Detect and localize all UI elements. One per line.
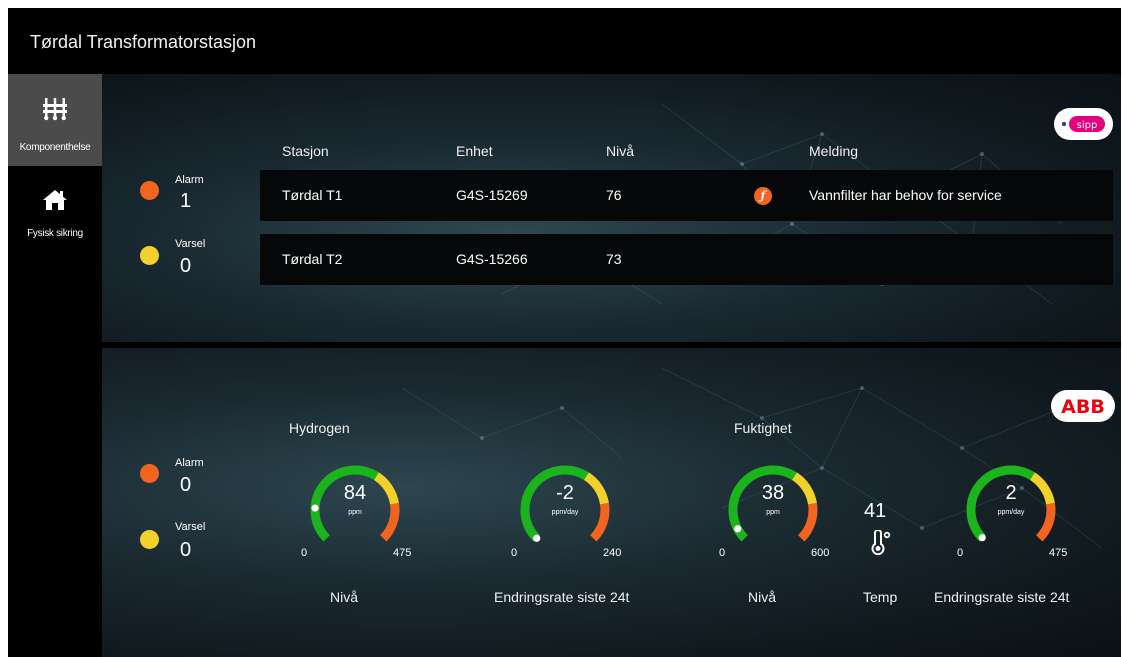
sidebar: Komponenthelse Fysisk sikring xyxy=(8,74,102,657)
warning-status-dot xyxy=(140,246,159,265)
column-header-message: Melding xyxy=(809,143,859,159)
warning-count: 0 xyxy=(180,539,192,561)
gauge-max: 475 xyxy=(393,547,412,559)
gauge-unit: ppm/day xyxy=(551,509,579,516)
unit-cell: G4S-15266 xyxy=(456,251,528,267)
alarm-label: Alarm xyxy=(175,174,204,186)
humidity-rate-caption: Endringsrate siste 24t xyxy=(934,589,1070,605)
column-header-unit: Enhet xyxy=(456,143,493,159)
humidity-level-gauge: 38 ppm 0 600 xyxy=(713,462,833,572)
message-cell: Vannfilter har behov for service xyxy=(809,187,1002,203)
warning-status-dot xyxy=(140,530,159,549)
gauge-value-marker xyxy=(533,534,541,542)
gauge-value-marker xyxy=(978,534,986,542)
warning-label: Varsel xyxy=(175,238,206,250)
alarm-status-dot xyxy=(140,181,159,200)
temperature-caption: Temp xyxy=(863,589,898,605)
gauge-value-marker xyxy=(734,525,742,533)
gauge-max: 240 xyxy=(603,547,622,559)
humidity-level-caption: Nivå xyxy=(748,589,777,605)
gauge-min: 0 xyxy=(957,547,964,559)
component-health-icon xyxy=(43,98,67,121)
abb-logo: ABB xyxy=(1051,390,1115,422)
gauge-min: 0 xyxy=(301,547,308,559)
hydrogen-rate-gauge: -2 ppm/day 0 240 xyxy=(505,462,625,572)
humidity-rate-gauge: 2 ppm/day 0 475 xyxy=(951,462,1071,572)
sipp-logo-graphic: sipp xyxy=(1061,116,1105,132)
warning-label: Varsel xyxy=(175,521,206,533)
hydrogen-level-caption: Nivå xyxy=(330,589,359,605)
app-title: Tørdal Transformatorstasjon xyxy=(30,32,257,52)
temperature-value: 41 xyxy=(864,500,887,522)
hydrogen-rate-caption: Endringsrate siste 24t xyxy=(494,589,630,605)
home-icon xyxy=(43,190,67,210)
thermometer-icon xyxy=(871,530,891,556)
table-row[interactable]: Tørdal T2 G4S-15266 73 xyxy=(260,234,1113,285)
hydrogen-section-title: Hydrogen xyxy=(289,420,350,436)
station-cell: Tørdal T2 xyxy=(282,251,343,267)
app-window: Tørdal Transformatorstasjon Komponenthel… xyxy=(8,8,1121,657)
alarm-count: 0 xyxy=(180,474,192,496)
gauge-max: 600 xyxy=(811,547,830,559)
alarm-label: Alarm xyxy=(175,457,204,469)
alarm-icon: ƒ xyxy=(754,187,772,205)
sipp-logo: sipp xyxy=(1054,108,1113,140)
column-header-level: Nivå xyxy=(606,143,635,159)
component-health-panel: Alarm 1 Varsel 0 Stasjon Enhet Nivå Meld… xyxy=(102,74,1121,342)
column-header-station: Stasjon xyxy=(282,143,329,159)
table-row[interactable]: Tørdal T1 G4S-15269 76 ƒ Vannfilter har … xyxy=(260,170,1113,221)
hydrogen-level-gauge: 84 ppm 0 475 xyxy=(295,462,415,572)
gauge-unit: ppm xyxy=(766,509,780,516)
gauge-value: 84 xyxy=(343,482,367,504)
sipp-logo-text: sipp xyxy=(1077,120,1098,131)
sidebar-item-label: Komponenthelse xyxy=(19,142,91,153)
gauge-value: 38 xyxy=(761,482,785,504)
gauge-min: 0 xyxy=(511,547,518,559)
unit-cell: G4S-15269 xyxy=(456,187,528,203)
gauge-value: -2 xyxy=(556,482,574,504)
sidebar-item-label: Fysisk sikring xyxy=(27,228,83,239)
gauge-min: 0 xyxy=(719,547,726,559)
station-cell: Tørdal T1 xyxy=(282,187,343,203)
level-cell: 76 xyxy=(606,187,622,203)
abb-logo-text: ABB xyxy=(1061,396,1105,418)
gauge-unit: ppm xyxy=(348,509,362,516)
alarm-status-dot xyxy=(140,464,159,483)
title-bar: Tørdal Transformatorstasjon xyxy=(8,8,1121,74)
level-cell: 73 xyxy=(606,251,622,267)
alarm-count: 1 xyxy=(180,190,192,212)
warning-count: 0 xyxy=(180,255,192,277)
abb-logo-graphic: ABB xyxy=(1061,396,1105,418)
sidebar-item-fysisk-sikring[interactable]: Fysisk sikring xyxy=(8,182,102,252)
gauge-value: 2 xyxy=(1005,482,1017,504)
sidebar-item-komponenthelse[interactable]: Komponenthelse xyxy=(8,74,102,166)
humidity-section-title: Fuktighet xyxy=(734,420,792,436)
sensor-panel: Alarm 0 Varsel 0 Hydrogen Fuktighet 84 p… xyxy=(102,348,1121,657)
gauge-max: 475 xyxy=(1049,547,1068,559)
gauge-unit: ppm/day xyxy=(997,509,1025,516)
